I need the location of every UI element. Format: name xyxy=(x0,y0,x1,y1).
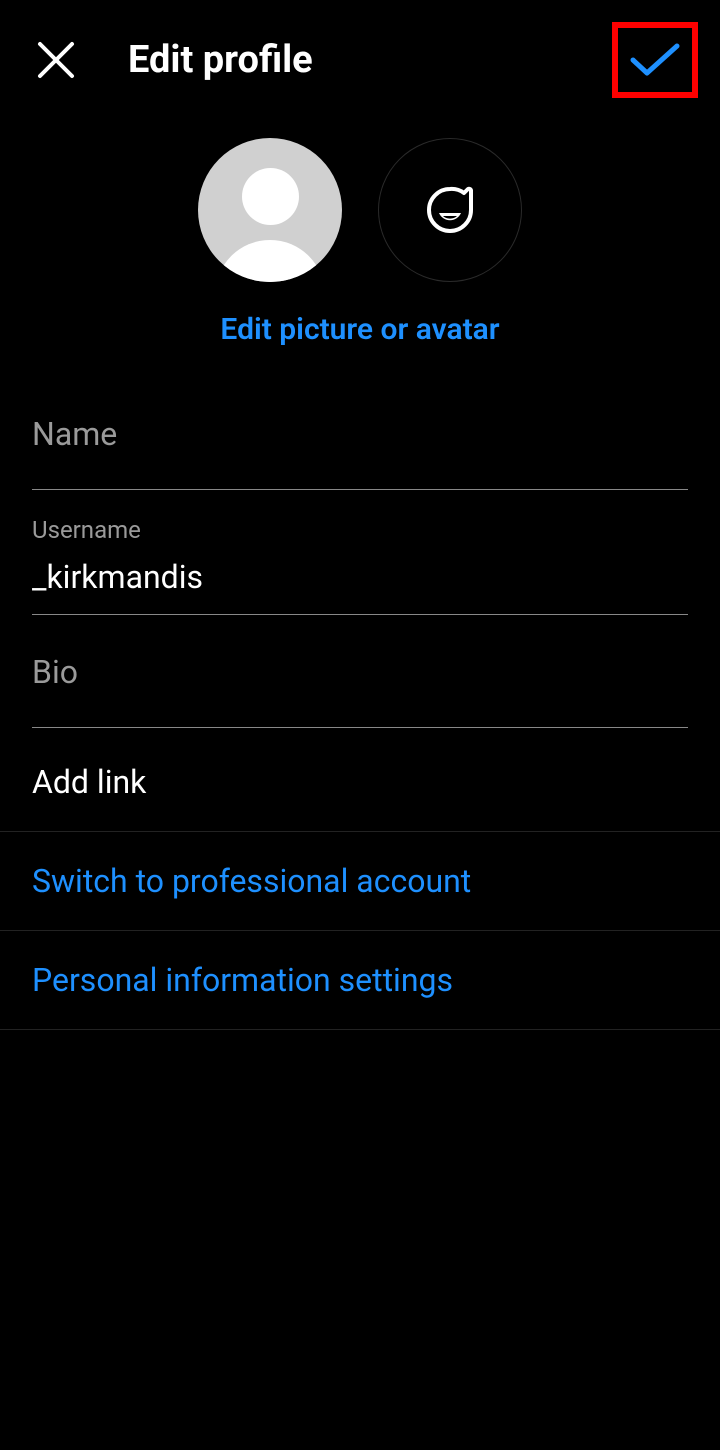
person-icon xyxy=(242,168,299,225)
avatar-face-icon xyxy=(425,185,475,235)
header: Edit profile xyxy=(0,0,720,110)
confirm-button[interactable] xyxy=(612,22,698,98)
switch-professional-row[interactable]: Switch to professional account xyxy=(0,831,720,930)
bio-field[interactable]: Bio xyxy=(32,635,688,728)
username-field[interactable]: Username _kirkmandis xyxy=(32,510,688,615)
username-label: Username xyxy=(32,510,688,558)
close-icon xyxy=(36,40,76,80)
bio-label: Bio xyxy=(32,635,688,709)
personal-info-row[interactable]: Personal information settings xyxy=(0,930,720,1030)
close-button[interactable] xyxy=(32,36,80,84)
page-title: Edit profile xyxy=(128,38,612,82)
form-section: Name Username _kirkmandis Bio xyxy=(0,397,720,728)
checkmark-icon xyxy=(627,40,683,80)
name-field[interactable]: Name xyxy=(32,397,688,490)
profile-picture[interactable] xyxy=(198,138,342,282)
username-value: _kirkmandis xyxy=(32,558,688,596)
avatar-option[interactable] xyxy=(378,138,522,282)
add-link-row[interactable]: Add link xyxy=(0,748,720,831)
avatar-section xyxy=(0,110,720,312)
edit-picture-link[interactable]: Edit picture or avatar xyxy=(0,312,720,397)
name-label: Name xyxy=(32,397,688,471)
